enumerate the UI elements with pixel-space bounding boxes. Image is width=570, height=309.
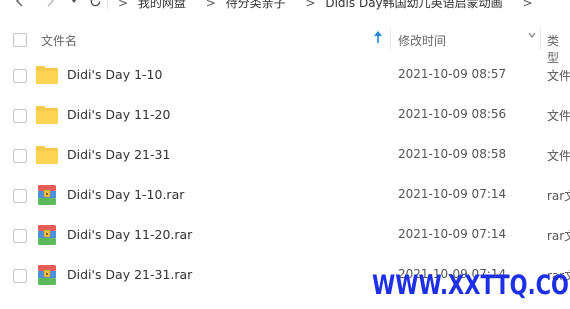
- refresh-icon[interactable]: [87, 0, 103, 11]
- breadcrumb: > 我的网盘 > 待分类亲子 > Didis Day韩国幼儿英语启蒙动画 >: [118, 0, 539, 12]
- forward-arrow-icon[interactable]: [42, 0, 58, 11]
- folder-icon: [35, 64, 59, 86]
- file-name[interactable]: Didi's Day 1-10.rar: [67, 187, 184, 202]
- breadcrumb-separator: >: [118, 0, 129, 10]
- file-list-header: 文件名 修改时间 类型: [0, 26, 570, 65]
- row-checkbox[interactable]: [13, 229, 27, 243]
- back-arrow-icon[interactable]: [12, 0, 28, 11]
- file-name[interactable]: Didi's Day 21-31.rar: [67, 267, 192, 282]
- breadcrumb-separator[interactable]: >: [522, 0, 532, 10]
- file-name[interactable]: Didi's Day 11-20: [67, 107, 170, 122]
- file-modified-time: 2021-10-09 08:58: [398, 147, 507, 161]
- row-checkbox[interactable]: [13, 69, 27, 83]
- rar-archive-icon: [37, 224, 61, 246]
- row-checkbox[interactable]: [13, 109, 27, 123]
- file-modified-time: 2021-10-09 08:57: [398, 67, 507, 81]
- column-header-name[interactable]: 文件名: [41, 32, 77, 49]
- file-row[interactable]: Didi's Day 11-20.rar 2021-10-09 07:14 rar文: [0, 215, 570, 255]
- file-type: rar文: [547, 189, 570, 203]
- file-row[interactable]: Didi's Day 11-20 2021-10-09 08:56 文件: [0, 95, 570, 135]
- breadcrumb-separator: >: [205, 0, 216, 10]
- history-dropdown-icon[interactable]: [66, 0, 82, 10]
- file-modified-time: 2021-10-09 07:14: [398, 227, 507, 241]
- breadcrumb-item[interactable]: 我的网盘: [138, 0, 186, 11]
- row-checkbox[interactable]: [13, 149, 27, 163]
- file-type: 文件: [547, 69, 570, 83]
- breadcrumb-separator: >: [305, 0, 316, 10]
- breadcrumb-item-current[interactable]: Didis Day韩国幼儿英语启蒙动画: [325, 0, 502, 11]
- column-header-modified[interactable]: 修改时间: [398, 32, 446, 49]
- folder-icon: [35, 144, 59, 166]
- file-type: 文件: [547, 149, 570, 163]
- file-name[interactable]: Didi's Day 21-31: [67, 147, 170, 162]
- row-checkbox[interactable]: [13, 269, 27, 283]
- sort-ascending-icon[interactable]: [373, 30, 383, 48]
- file-type: 文件: [547, 109, 570, 123]
- file-row[interactable]: Didi's Day 1-10 2021-10-09 08:57 文件: [0, 55, 570, 95]
- navigation-bar: > 我的网盘 > 待分类亲子 > Didis Day韩国幼儿英语启蒙动画 >: [0, 0, 570, 16]
- nav-divider: [107, 0, 108, 9]
- row-checkbox[interactable]: [13, 189, 27, 203]
- file-type: rar文: [547, 229, 570, 243]
- breadcrumb-item[interactable]: 待分类亲子: [226, 0, 286, 11]
- file-row[interactable]: Didi's Day 1-10.rar 2021-10-09 07:14 rar文: [0, 175, 570, 215]
- select-all-checkbox[interactable]: [13, 33, 27, 47]
- file-name[interactable]: Didi's Day 11-20.rar: [67, 227, 192, 242]
- file-modified-time: 2021-10-09 08:56: [398, 107, 507, 121]
- folder-icon: [35, 104, 59, 126]
- rar-archive-icon: [37, 184, 61, 206]
- watermark-text: WWW.XXTTQ.COM: [372, 270, 570, 301]
- chevron-down-icon[interactable]: [527, 30, 537, 43]
- file-modified-time: 2021-10-09 07:14: [398, 187, 507, 201]
- column-divider[interactable]: [540, 28, 541, 50]
- file-name[interactable]: Didi's Day 1-10: [67, 67, 162, 82]
- column-divider[interactable]: [390, 28, 391, 50]
- file-row[interactable]: Didi's Day 21-31 2021-10-09 08:58 文件: [0, 135, 570, 175]
- rar-archive-icon: [37, 264, 61, 286]
